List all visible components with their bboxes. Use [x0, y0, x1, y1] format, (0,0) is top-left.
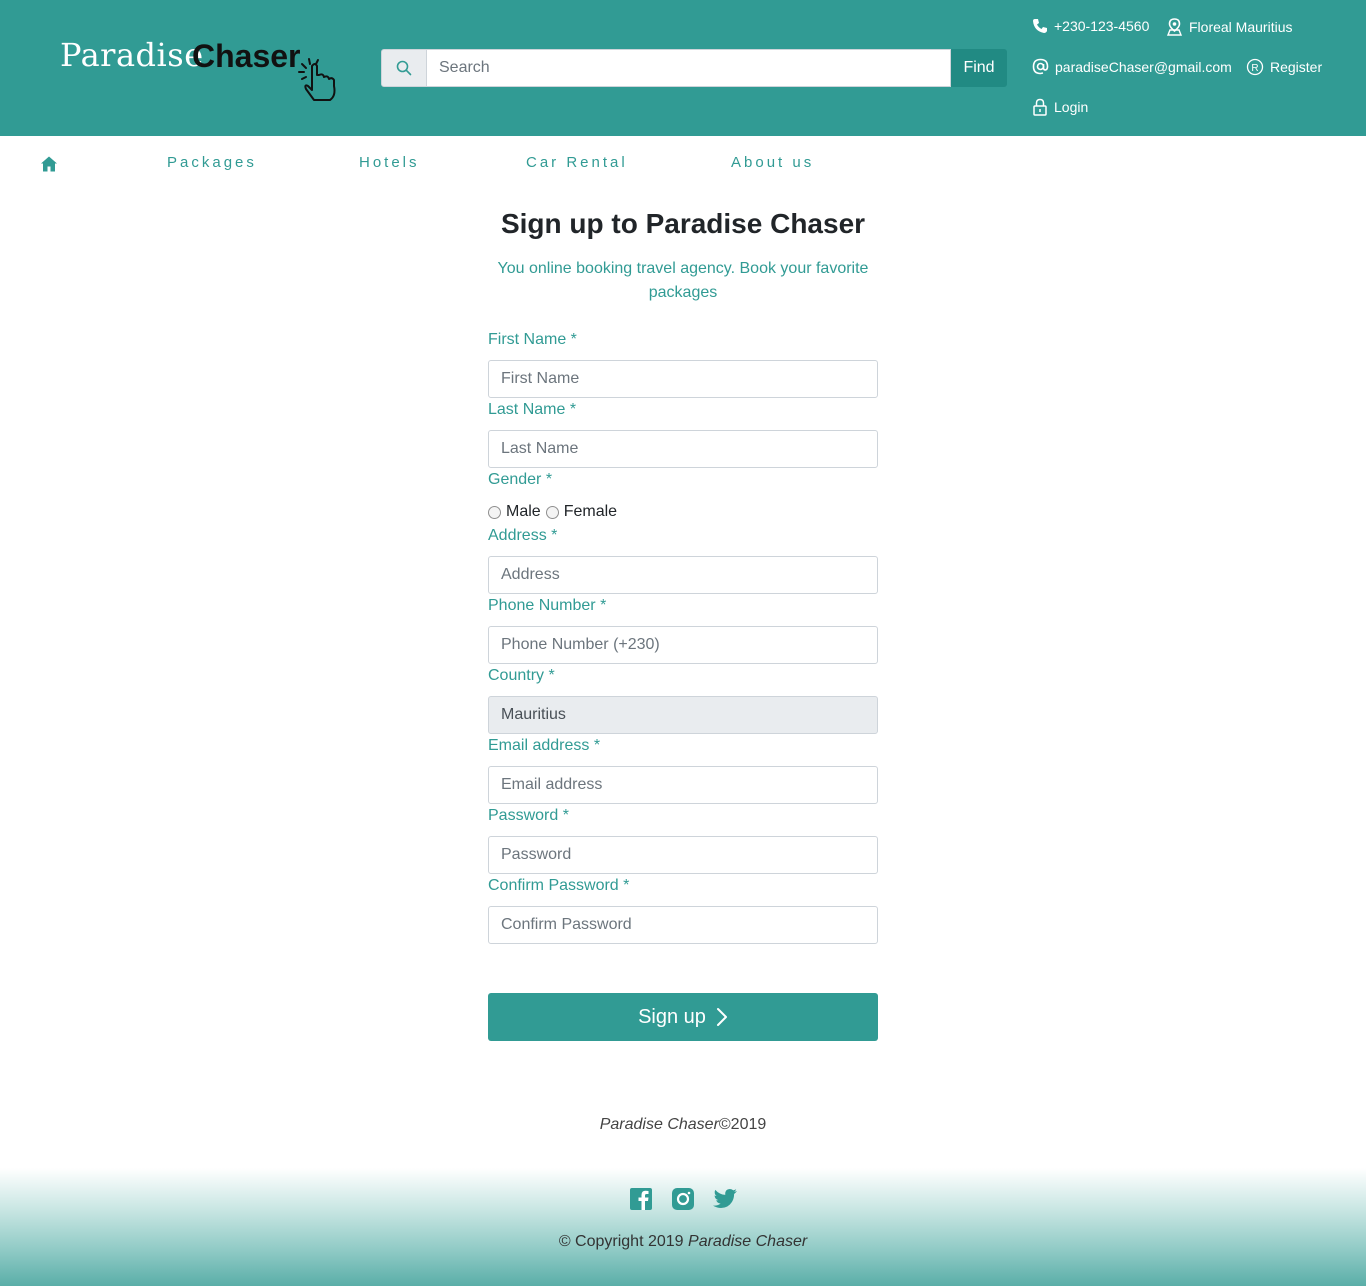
first-name-label: First Name *: [488, 331, 577, 348]
copyright-prefix: © Copyright 2019: [558, 1233, 684, 1250]
svg-text:R: R: [1251, 63, 1258, 74]
contact-phone: +230-123-4560: [1032, 18, 1149, 34]
nav-packages[interactable]: Packages: [167, 154, 257, 171]
email-label: Email address *: [488, 737, 601, 754]
chevron-right-icon: [716, 1008, 727, 1026]
registered-icon: R: [1246, 58, 1264, 76]
logo-text-bold: Chaser: [192, 38, 301, 74]
search-input[interactable]: [427, 49, 951, 87]
register-label: Register: [1270, 59, 1323, 75]
copyright-text: © Copyright 2019 Paradise Chaser: [0, 1233, 1366, 1251]
page-subtitle: You online booking travel agency. Book y…: [497, 260, 869, 301]
brand-year: ©2019: [718, 1116, 767, 1133]
gender-radio-group: Male Female: [488, 503, 617, 521]
logo-text-light: Paradise: [60, 36, 204, 74]
find-button[interactable]: Find: [951, 49, 1007, 87]
password-input[interactable]: [488, 836, 878, 874]
contact-location: Floreal Mauritius: [1166, 18, 1292, 36]
main-nav: Packages Hotels Car Rental About us: [0, 136, 1366, 190]
password-label: Password *: [488, 807, 569, 824]
last-name-label: Last Name *: [488, 401, 577, 418]
map-pin-icon: [1166, 18, 1183, 36]
sign-up-label: Sign up: [638, 1005, 706, 1028]
home-icon[interactable]: [40, 155, 58, 173]
site-header: Paradise Chaser Find +230-123-4560 Flore…: [0, 0, 1366, 136]
lock-icon: [1033, 98, 1047, 116]
search-bar: Find: [381, 49, 1007, 87]
phone-number: +230-123-4560: [1054, 18, 1150, 34]
copyright-brand: Paradise Chaser: [688, 1233, 808, 1250]
pointer-hand-icon: [298, 58, 336, 101]
site-footer: © Copyright 2019 Paradise Chaser: [0, 1168, 1366, 1286]
contact-email[interactable]: paradiseChaser@gmail.com: [1032, 58, 1232, 75]
email-text: paradiseChaser@gmail.com: [1055, 58, 1232, 75]
instagram-icon[interactable]: [671, 1187, 695, 1211]
page-title: Sign up to Paradise Chaser: [500, 208, 866, 239]
address-label: Address *: [488, 527, 558, 544]
confirm-password-label: Confirm Password *: [488, 877, 630, 894]
login-label: Login: [1054, 99, 1089, 115]
nav-about-us[interactable]: About us: [731, 154, 814, 171]
confirm-password-input[interactable]: [488, 906, 878, 944]
sign-up-button[interactable]: Sign up: [488, 993, 878, 1041]
female-radio[interactable]: [545, 505, 559, 519]
email-input[interactable]: [488, 766, 878, 804]
facebook-icon[interactable]: [629, 1187, 653, 1211]
male-radio-label[interactable]: Male: [506, 503, 541, 521]
location-text: Floreal Mauritius: [1189, 19, 1293, 35]
register-link[interactable]: R Register: [1246, 58, 1322, 76]
brand-year-line: Paradise Chaser©2019: [0, 1116, 1366, 1134]
twitter-icon[interactable]: [712, 1187, 738, 1211]
last-name-input[interactable]: [488, 430, 878, 468]
address-input[interactable]: [488, 556, 878, 594]
nav-car-rental[interactable]: Car Rental: [526, 154, 628, 171]
phone-number-label: Phone Number *: [488, 597, 607, 614]
male-radio[interactable]: [488, 505, 501, 519]
first-name-input[interactable]: [488, 360, 878, 398]
at-sign-icon: [1032, 58, 1049, 75]
phone-icon: [1033, 19, 1047, 33]
gender-label: Gender *: [488, 471, 553, 488]
search-icon: [381, 49, 427, 87]
nav-hotels[interactable]: Hotels: [359, 154, 420, 171]
country-label: Country *: [488, 667, 555, 684]
country-input: [488, 696, 878, 734]
brand-name: Paradise Chaser: [599, 1116, 719, 1133]
phone-number-input[interactable]: [488, 626, 878, 664]
female-radio-label[interactable]: Female: [564, 503, 617, 521]
login-link[interactable]: Login: [1032, 98, 1088, 116]
